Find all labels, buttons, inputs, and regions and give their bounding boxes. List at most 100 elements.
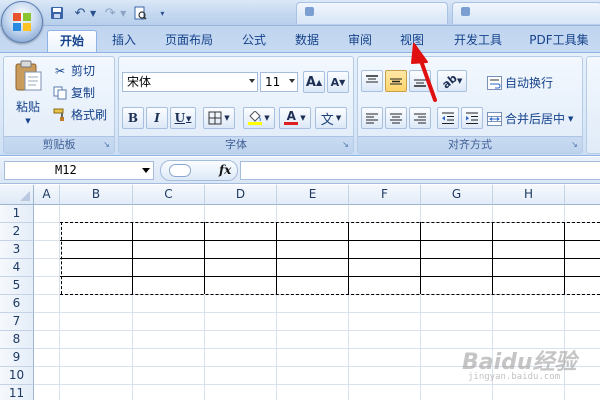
row-header-3[interactable]: 3 — [0, 241, 34, 259]
align-center-button[interactable] — [385, 107, 407, 129]
align-middle-button[interactable] — [385, 70, 407, 92]
format-painter-button[interactable]: 格式刷 — [52, 106, 107, 123]
document-tab-2[interactable] — [452, 2, 600, 24]
tab-insert[interactable]: 插入 — [104, 30, 144, 52]
undo-dropdown-icon[interactable]: ▼ — [90, 9, 96, 18]
cut-button[interactable]: ✂ 剪切 — [52, 62, 95, 79]
redo-icon[interactable]: ↷ — [101, 4, 119, 22]
customize-qat-icon[interactable]: ▾ — [160, 9, 164, 18]
scissors-icon: ✂ — [54, 63, 66, 78]
italic-button[interactable]: I — [146, 107, 168, 129]
increase-indent-button[interactable] — [461, 107, 483, 129]
table-border — [204, 222, 205, 294]
chevron-down-icon[interactable]: ▼ — [336, 114, 341, 122]
select-all-corner[interactable] — [0, 185, 34, 205]
chevron-down-icon[interactable] — [142, 168, 150, 173]
gridline — [59, 205, 60, 400]
tab-formulas[interactable]: 公式 — [234, 30, 274, 52]
row-header-11[interactable]: 11 — [0, 385, 34, 400]
clipboard-dialog-launcher-icon[interactable]: ↘ — [101, 140, 112, 151]
table-border — [60, 258, 600, 259]
office-button[interactable] — [1, 1, 43, 43]
row-header-10[interactable]: 10 — [0, 367, 34, 385]
gridline — [34, 312, 600, 313]
grow-font-icon: ▲ — [315, 77, 323, 87]
tab-home[interactable]: 开始 — [47, 30, 97, 52]
align-left-button[interactable] — [361, 107, 383, 129]
clipboard-group: 粘贴 ▼ ✂ 剪切 复制 格式刷 剪贴板 ↘ — [3, 56, 115, 154]
font-color-button[interactable]: A ▼ — [279, 107, 311, 129]
undo-icon[interactable]: ↶ — [71, 4, 89, 22]
underline-button[interactable]: U ▼ — [170, 107, 196, 129]
paintbrush-icon — [52, 107, 68, 123]
grow-font-button[interactable]: A ▲ — [303, 71, 325, 93]
table-border — [60, 276, 600, 277]
orientation-button[interactable]: ab ▼ — [437, 70, 467, 92]
redo-dropdown-icon[interactable]: ▼ — [120, 9, 126, 18]
paste-button[interactable]: 粘贴 ▼ — [8, 60, 48, 132]
row-header-5[interactable]: 5 — [0, 277, 34, 295]
table-border — [132, 222, 133, 294]
table-border — [564, 222, 565, 294]
tab-data[interactable]: 数据 — [287, 30, 327, 52]
row-header-7[interactable]: 7 — [0, 313, 34, 331]
row-header-2[interactable]: 2 — [0, 223, 34, 241]
increase-indent-icon — [466, 112, 478, 124]
column-header-g[interactable]: G — [421, 185, 493, 205]
row-header-8[interactable]: 8 — [0, 331, 34, 349]
align-top-button[interactable] — [361, 70, 383, 92]
formula-expand-icon[interactable] — [169, 164, 191, 177]
column-header-e[interactable]: E — [277, 185, 349, 205]
copy-button[interactable]: 复制 — [52, 84, 95, 101]
copy-selection-outline — [61, 222, 62, 294]
merge-center-button[interactable]: 合并后居中 ▼ — [486, 110, 573, 127]
column-header-h[interactable]: H — [493, 185, 565, 205]
align-bottom-button[interactable] — [409, 70, 431, 92]
tab-view[interactable]: 视图 — [392, 30, 432, 52]
save-icon[interactable] — [48, 4, 66, 22]
name-box[interactable]: M12 — [4, 161, 154, 180]
chevron-down-icon[interactable]: ▼ — [300, 114, 305, 122]
borders-button[interactable]: ▼ — [203, 107, 235, 129]
column-header-b[interactable]: B — [60, 185, 133, 205]
row-header-1[interactable]: 1 — [0, 205, 34, 223]
paste-dropdown-icon[interactable]: ▼ — [25, 117, 30, 125]
wrap-text-button[interactable]: 自动换行 — [486, 74, 553, 91]
formula-input[interactable] — [240, 161, 600, 180]
tab-developer[interactable]: 开发工具 — [446, 30, 510, 52]
document-tab-1[interactable] — [296, 2, 448, 24]
row-header-9[interactable]: 9 — [0, 349, 34, 367]
tab-review[interactable]: 审阅 — [340, 30, 380, 52]
font-dialog-launcher-icon[interactable]: ↘ — [340, 140, 351, 151]
shrink-font-button[interactable]: A ▼ — [327, 71, 349, 93]
chevron-down-icon[interactable]: ▼ — [186, 114, 191, 123]
bold-button[interactable]: B — [122, 107, 144, 129]
cut-label: 剪切 — [71, 64, 96, 78]
column-header-f[interactable]: F — [349, 185, 421, 205]
chevron-down-icon[interactable]: ▼ — [568, 115, 573, 123]
quick-access-toolbar: ↶ ▼ ↷ ▼ ▾ — [48, 3, 164, 23]
tab-pdf-tools[interactable]: PDF工具集 — [524, 30, 594, 52]
fill-color-button[interactable]: ▼ — [243, 107, 275, 129]
column-header-a[interactable]: A — [34, 185, 60, 205]
alignment-dialog-launcher-icon[interactable]: ↘ — [569, 140, 580, 151]
font-size-combobox[interactable]: 11 — [260, 72, 298, 92]
align-right-button[interactable] — [409, 107, 431, 129]
row-header-6[interactable]: 6 — [0, 295, 34, 313]
column-header-i[interactable]: I — [565, 185, 600, 205]
decrease-indent-button[interactable] — [437, 107, 459, 129]
phonetic-guide-button[interactable]: 文 ▼ — [315, 107, 347, 129]
tab-page-layout[interactable]: 页面布局 — [158, 30, 220, 52]
shrink-font-label: A — [330, 75, 340, 89]
chevron-down-icon[interactable]: ▼ — [224, 114, 229, 122]
copy-selection-outline — [60, 222, 600, 223]
chevron-down-icon[interactable]: ▼ — [264, 114, 269, 122]
column-header-c[interactable]: C — [133, 185, 205, 205]
column-header-d[interactable]: D — [205, 185, 277, 205]
print-preview-icon[interactable] — [131, 4, 149, 22]
row-header-4[interactable]: 4 — [0, 259, 34, 277]
insert-function-button[interactable]: fx — [219, 163, 231, 177]
align-top-icon — [366, 75, 378, 83]
copy-label: 复制 — [71, 86, 96, 100]
font-name-combobox[interactable]: 宋体 — [122, 72, 258, 92]
